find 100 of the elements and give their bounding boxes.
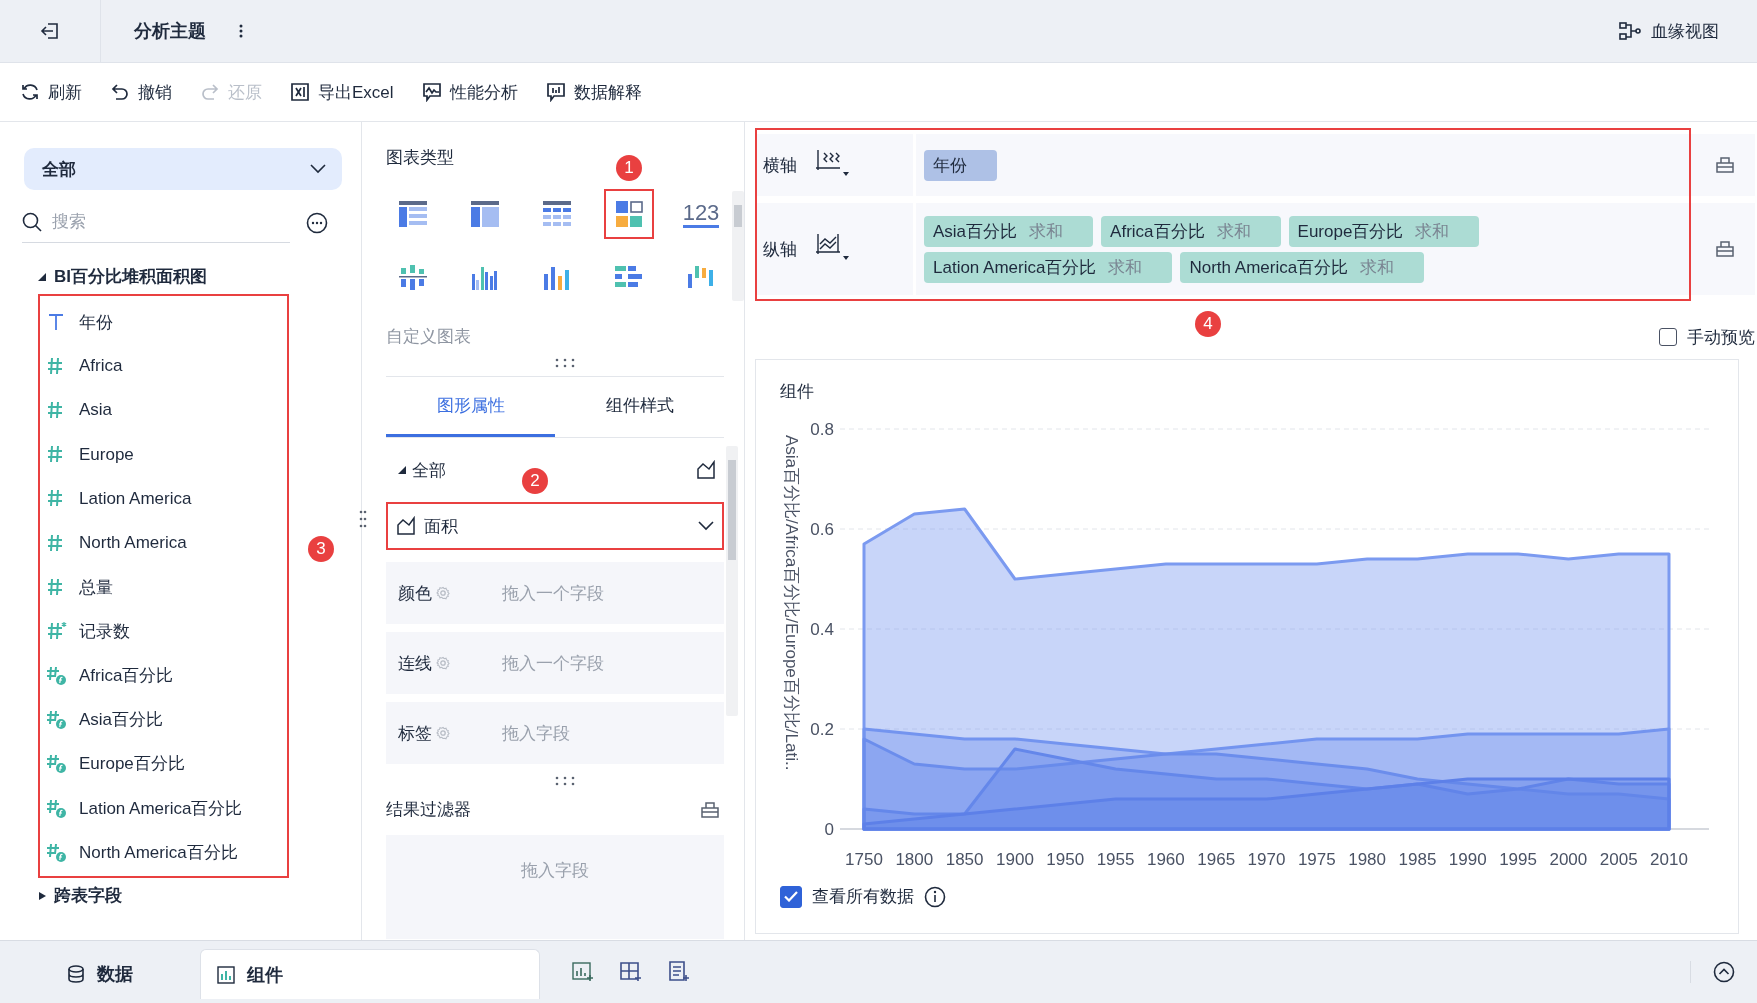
axis-title: Asia百分比/Africa百分比/Europe百分比/Lati.. (782, 435, 801, 771)
field-item[interactable]: Asia百分比 (38, 697, 289, 742)
search-field[interactable]: 搜索 (52, 207, 252, 237)
field-item[interactable]: 总量 (38, 565, 289, 610)
drop-zone[interactable]: Asia百分比 求和 Africa百分比 求和 Europe百分比 求和 Lation America百分比 求和 North America百分比 求和 (916, 203, 1691, 295)
axis-label: 纵轴 (763, 238, 797, 261)
tick-label: 1800 (895, 850, 934, 869)
callout-badge: 1 (616, 155, 642, 181)
collapse-up-icon[interactable] (1713, 961, 1735, 983)
exit-icon[interactable] (39, 20, 61, 42)
tab[interactable]: 图形属性 (386, 377, 555, 437)
info-icon[interactable] (924, 885, 946, 908)
field-pill[interactable]: Lation America百分比 求和 (924, 251, 1173, 283)
drop-zone[interactable]: 标签 拖入字段 (386, 702, 724, 764)
field-item[interactable]: North America百分比 (38, 830, 289, 875)
group-name[interactable]: 跨表字段 (54, 884, 122, 908)
chart-type-button[interactable]: 123 (678, 191, 724, 237)
chart-title: 组件 (780, 381, 815, 403)
add-chart-icon[interactable] (572, 961, 594, 983)
toolbox-icon[interactable] (1715, 155, 1735, 175)
field-item[interactable]: Europe (38, 432, 289, 477)
toolbar-button[interactable]: 导出Excel (290, 80, 394, 104)
expand-triangle-icon[interactable] (38, 891, 46, 900)
refresh-icon (20, 82, 40, 102)
drop-zone[interactable]: 颜色 拖入一个字段 (386, 562, 724, 624)
tick-label: 0.4 (810, 620, 834, 639)
drop-zone[interactable]: 年份 (916, 134, 1691, 196)
x-axis-chart-icon[interactable] (815, 147, 849, 178)
lineage-view-button[interactable]: 血缘视图 (1613, 18, 1725, 44)
hash-function-icon (46, 709, 67, 731)
more-options-icon[interactable] (306, 211, 328, 234)
tick-label: 1975 (1297, 850, 1336, 869)
placeholder-text: 拖入字段 (502, 722, 570, 745)
callout-badge: 3 (308, 536, 334, 562)
field-item[interactable]: 记录数 (38, 609, 289, 654)
aggregation-label: 求和 (1415, 220, 1450, 243)
field-pill[interactable]: 年份 (924, 149, 997, 181)
search-icon[interactable] (22, 212, 42, 232)
scrollbar[interactable] (732, 191, 744, 301)
toolbar-button[interactable]: 数据解释 (545, 80, 642, 104)
field-item[interactable]: Asia (38, 388, 289, 433)
drag-handle-icon[interactable] (555, 776, 575, 786)
scope-dropdown[interactable]: 全部 (24, 148, 342, 190)
drag-handle-icon[interactable] (555, 358, 575, 368)
field-item[interactable]: Lation America百分比 (38, 786, 289, 831)
checkbox-label[interactable]: 查看所有数据 (812, 885, 914, 908)
field-item[interactable]: North America (38, 520, 289, 566)
axis-label: 横轴 (763, 154, 797, 177)
line-chart-icon[interactable] (815, 231, 849, 262)
callout-badge: 4 (1195, 311, 1221, 337)
drop-zone[interactable]: 连线 拖入一个字段 (386, 632, 724, 694)
collapse-triangle-icon[interactable] (38, 272, 46, 281)
excel-icon (290, 82, 310, 102)
tab[interactable]: 组件 (200, 949, 540, 999)
area-chart-icon[interactable] (696, 460, 716, 480)
aggregation-label: 求和 (1029, 220, 1064, 243)
more-icon[interactable] (238, 23, 244, 39)
toolbox-icon[interactable] (1715, 239, 1735, 259)
collapse-triangle-icon[interactable] (398, 466, 406, 474)
field-item[interactable]: Europe百分比 (38, 741, 289, 787)
lineage-icon (1619, 21, 1641, 41)
field-pill[interactable]: Europe百分比 求和 (1288, 215, 1480, 247)
placeholder-text: 拖入一个字段 (502, 652, 604, 675)
checkbox[interactable] (780, 885, 802, 908)
toolbar-button[interactable]: 撤销 (110, 80, 172, 104)
field-pill[interactable]: North America百分比 求和 (1180, 251, 1425, 283)
field-pill[interactable]: Africa百分比 求和 (1101, 215, 1281, 247)
field-item[interactable]: Africa百分比 (38, 653, 289, 698)
tick-label: 0.8 (810, 420, 834, 439)
placeholder-text: 拖入字段 (521, 860, 589, 882)
page-title: 分析主题 (134, 20, 206, 43)
toolbar-button[interactable]: 刷新 (20, 80, 82, 104)
tab[interactable]: 数据 (0, 949, 200, 999)
chevron-down-icon (310, 164, 326, 174)
tab[interactable]: 组件样式 (555, 377, 724, 437)
checkbox[interactable] (1659, 328, 1677, 346)
bar-chart-icon (217, 965, 235, 984)
aggregation-label: 求和 (1108, 256, 1143, 279)
tick-label: 0.6 (810, 520, 834, 539)
add-table-icon[interactable] (668, 961, 690, 983)
field-item[interactable]: 年份 (38, 300, 289, 345)
drag-handle-icon[interactable] (359, 510, 367, 528)
add-grid-icon[interactable] (620, 961, 642, 983)
tick-label: 1970 (1247, 850, 1286, 869)
checkbox-label[interactable]: 手动预览 (1687, 325, 1755, 349)
slot-label: 标签 (398, 722, 432, 745)
field-pill[interactable]: Asia百分比 求和 (924, 215, 1094, 247)
tick-label: 0 (824, 820, 834, 839)
field-item[interactable]: Africa (38, 344, 289, 389)
pill-label: Africa百分比 (1110, 220, 1205, 243)
tick-label: 1850 (945, 850, 984, 869)
dataset-name[interactable]: BI百分比堆积面积图 (54, 265, 207, 288)
aggregation-label: 求和 (1360, 256, 1395, 279)
pill-label: Asia百分比 (933, 220, 1018, 243)
toolbar-button[interactable]: 性能分析 (421, 80, 518, 104)
toolbox-icon[interactable] (700, 799, 720, 820)
field-item[interactable]: Lation America (38, 476, 289, 521)
scrollbar[interactable] (726, 446, 738, 716)
area-chart-icon (396, 516, 416, 536)
slot-label: 连线 (398, 652, 432, 675)
